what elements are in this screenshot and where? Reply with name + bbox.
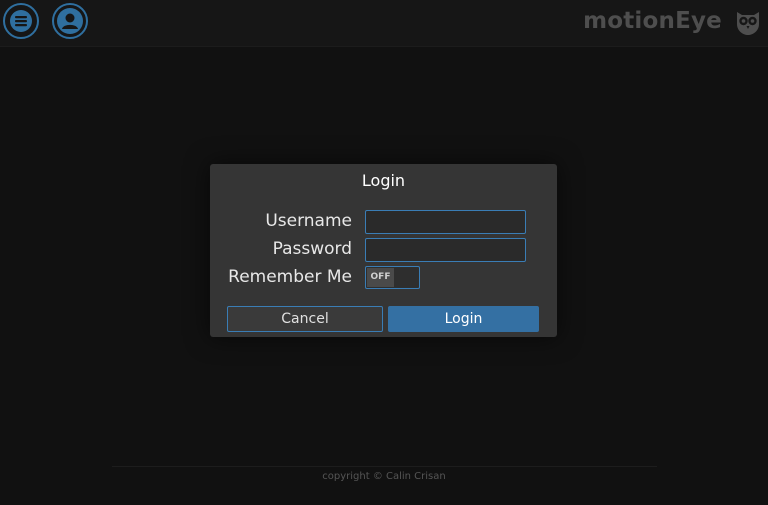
main-menu-button[interactable]	[3, 3, 39, 39]
username-field[interactable]	[365, 210, 526, 234]
user-icon	[57, 8, 83, 34]
user-button[interactable]	[52, 3, 88, 39]
remember-me-label: Remember Me	[228, 267, 352, 287]
copyright-text: copyright © Calin Crisan	[322, 471, 446, 482]
owl-logo-icon	[737, 12, 759, 35]
toggle-state-label: OFF	[367, 268, 394, 287]
remember-me-toggle[interactable]: OFF	[365, 266, 420, 289]
dialog-title: Login	[361, 171, 406, 190]
password-field[interactable]	[365, 238, 526, 262]
login-dialog: Login Username Password Remember Me OFF …	[210, 164, 557, 337]
header-bar: motionEye	[0, 0, 768, 47]
page: motionEye Login Username Password Rememb…	[0, 0, 768, 505]
login-button[interactable]: Login	[388, 306, 539, 332]
password-label: Password	[272, 239, 352, 259]
footer-divider	[112, 466, 657, 467]
cancel-button[interactable]: Cancel	[227, 306, 383, 332]
username-label: Username	[265, 211, 352, 231]
menu-icon	[10, 10, 32, 32]
app-brand: motionEye	[583, 8, 722, 34]
